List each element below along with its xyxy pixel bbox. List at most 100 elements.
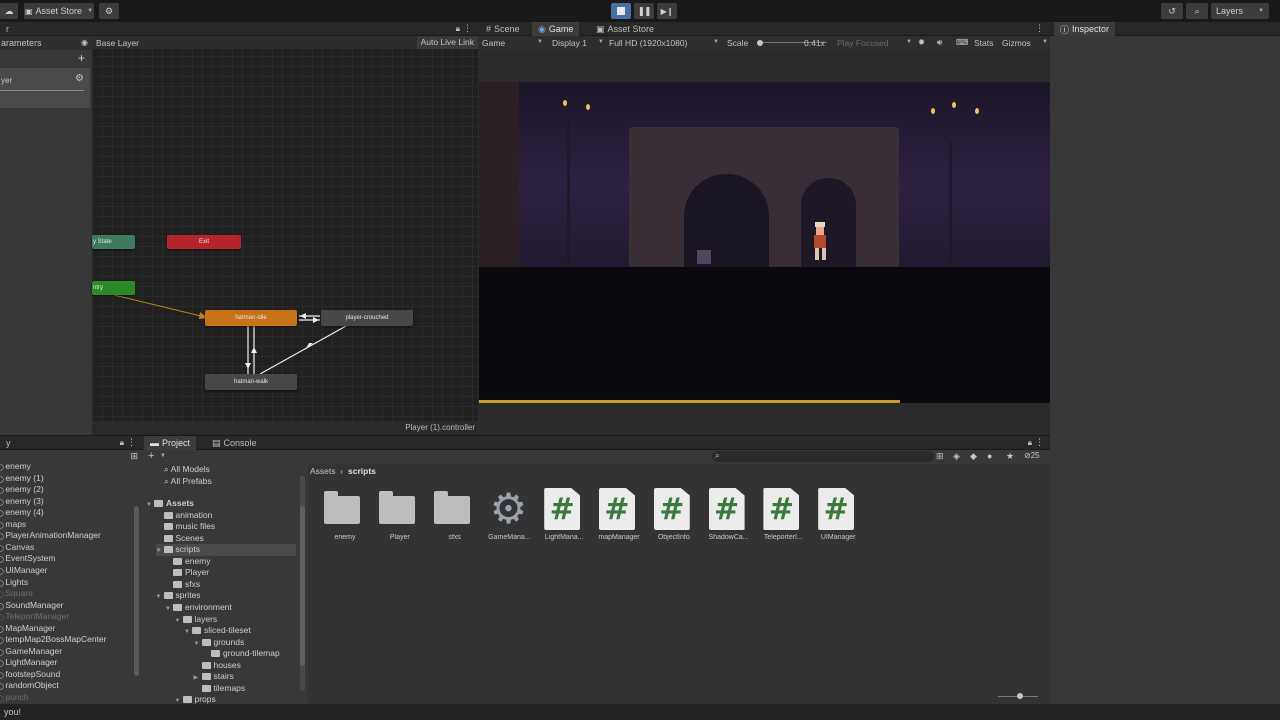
pause-button[interactable]: ❚❚ (634, 3, 654, 19)
folder-tree-item[interactable]: animation (156, 510, 212, 522)
add-layer-icon[interactable]: + (78, 51, 85, 65)
asset-item[interactable]: Player (377, 488, 423, 548)
folder-tree-item[interactable]: enemy (165, 556, 211, 568)
hierarchy-item[interactable]: ◯ Canvas (0, 542, 34, 554)
expand-arrow-icon[interactable]: ▼ (156, 592, 164, 604)
tag-icon[interactable]: ◆ (970, 451, 977, 462)
more-icon[interactable]: ⋮ (1035, 437, 1044, 448)
search-by-type-icon[interactable]: ⊞ (936, 451, 944, 462)
gizmos-button[interactable]: Gizmos (1002, 38, 1031, 48)
keyboard-icon[interactable]: ⌨ (956, 37, 968, 48)
hierarchy-item[interactable]: ◯ Square (0, 588, 33, 600)
tab-animator[interactable]: r (0, 22, 15, 36)
hierarchy-item[interactable]: ◯ GameManager (0, 646, 62, 658)
favorite-icon[interactable]: ★ (1006, 451, 1014, 462)
node-exit[interactable]: Exit (167, 235, 241, 249)
folder-tree-item[interactable]: music files (156, 521, 215, 533)
hierarchy-item[interactable]: ◯ tempMap2BossMapCenter (0, 634, 107, 646)
hierarchy-item[interactable]: ◯ enemy (1) (0, 473, 44, 485)
lock-icon[interactable]: 🔒︎ (456, 24, 460, 34)
tab-inspector[interactable]: ⓘ Inspector (1054, 22, 1116, 36)
settings-cog-icon[interactable]: ⚙ (99, 3, 119, 19)
asset-item[interactable]: ⚙ GameMana... (486, 486, 532, 548)
more-icon[interactable]: ⋮ (127, 437, 136, 448)
asset-item[interactable]: # UIManager (815, 488, 861, 548)
folder-tree-item[interactable]: sfxs (165, 579, 200, 591)
folder-tree-item[interactable]: Player (165, 567, 209, 579)
state-graph[interactable]: Base Layer Auto Live Link y State Exit n… (92, 36, 478, 421)
expand-arrow-icon[interactable]: ▼ (175, 696, 183, 704)
game-mode-dropdown[interactable]: Game (482, 38, 505, 48)
breadcrumb-assets[interactable]: Assets (310, 466, 336, 476)
display-dropdown[interactable]: Display 1 (552, 38, 587, 48)
node-hatman-walk[interactable]: hatman-walk (205, 374, 297, 390)
hierarchy-item[interactable]: ◯ enemy (0, 461, 31, 473)
hierarchy-scrollbar[interactable] (134, 506, 139, 676)
play-button[interactable] (611, 3, 631, 19)
folder-tree-item[interactable]: houses (194, 660, 241, 672)
folder-tree-item[interactable]: ▼ sliced-tileset (184, 625, 251, 637)
expand-arrow-icon[interactable]: ▼ (194, 639, 202, 651)
lock-icon[interactable]: 🔒︎ (1028, 438, 1032, 448)
search-by-label-icon[interactable]: ◈ (953, 451, 960, 462)
node-hatman-idle[interactable]: hatman-idle (205, 310, 297, 326)
hierarchy-item[interactable]: ◯ randomObject (0, 680, 59, 692)
folder-tree-item[interactable]: ▼ Assets (146, 498, 194, 510)
hierarchy-item[interactable]: ◯ LightManager (0, 657, 57, 669)
hierarchy-item[interactable]: ◯ SoundManager (0, 600, 64, 612)
scale-slider-thumb[interactable] (757, 40, 763, 46)
info-icon[interactable]: ● (987, 451, 992, 461)
create-icon[interactable]: + (148, 450, 154, 462)
more-icon[interactable]: ⋮ (463, 23, 472, 34)
expand-arrow-icon[interactable]: ▼ (165, 604, 173, 616)
tab-asset-store[interactable]: ▣ Asset Store (590, 22, 660, 36)
lock-icon[interactable]: 🔒︎ (120, 438, 124, 448)
play-focused-dropdown[interactable]: Play Focused (837, 38, 889, 48)
project-search-input[interactable]: ⌕ (712, 451, 934, 462)
icon-size-slider[interactable] (998, 693, 1038, 699)
asset-item[interactable]: sfxs (432, 488, 478, 548)
asset-item[interactable]: # mapManager (596, 488, 642, 548)
asset-item[interactable]: enemy (322, 488, 368, 548)
game-screen[interactable] (479, 82, 1050, 403)
asset-item[interactable]: # LightMana... (541, 488, 587, 548)
breadcrumb-scripts[interactable]: scripts (348, 466, 376, 476)
hierarchy-item[interactable]: ◯ enemy (2) (0, 484, 44, 496)
asset-item[interactable]: # ShadowCa... (706, 488, 752, 548)
folder-tree-item[interactable]: ground-tilemap (203, 648, 280, 660)
audio-icon[interactable]: 🔊︎ (937, 37, 942, 48)
hierarchy-item[interactable]: ◯ maps (0, 519, 26, 531)
more-icon[interactable]: ⋮ (1035, 23, 1044, 34)
tab-hierarchy[interactable]: y (0, 436, 17, 450)
gear-icon[interactable]: ⚙ (75, 73, 84, 84)
tab-console[interactable]: ▤ Console (206, 436, 263, 450)
bug-icon[interactable]: ✹ (918, 37, 925, 48)
folder-tree-item[interactable]: ▼ sprites (156, 590, 201, 602)
step-button[interactable]: ▶❙ (657, 3, 677, 19)
resolution-dropdown[interactable]: Full HD (1920x1080) (609, 38, 687, 48)
hierarchy-item[interactable]: ◯ UIManager (0, 565, 47, 577)
search-icon[interactable]: ⌕ (1186, 3, 1208, 19)
hierarchy-item[interactable]: ◯ footstepSound (0, 669, 60, 681)
layer-weight-slider[interactable] (0, 90, 84, 91)
layers-dropdown[interactable]: Layers ▼ (1211, 3, 1269, 19)
node-entry[interactable]: ntry (92, 281, 135, 295)
hierarchy-item[interactable]: ◯ enemy (3) (0, 496, 44, 508)
expand-arrow-icon[interactable]: ▼ (146, 500, 154, 512)
node-any-state[interactable]: y State (92, 235, 135, 249)
favorite-all-models[interactable]: ⌕ All Models (164, 464, 210, 476)
folder-tree-item[interactable]: tilemaps (194, 683, 245, 695)
favorite-all-prefabs[interactable]: ⌕ All Prefabs (164, 476, 212, 488)
expand-arrow-icon[interactable]: ▼ (156, 546, 164, 558)
hierarchy-item[interactable]: ◯ MapManager (0, 623, 55, 635)
folder-tree-item[interactable]: ▼ props (175, 694, 216, 704)
node-player-crouched[interactable]: player-crouched (321, 310, 413, 326)
folder-tree-item[interactable]: ▼ environment (165, 602, 232, 614)
eye-icon[interactable]: ◉ (81, 38, 88, 47)
tab-scene[interactable]: # Scene (480, 22, 526, 36)
hierarchy-item[interactable]: ◯ PlayerAnimationManager (0, 530, 101, 542)
folder-tree-item[interactable]: Scenes (156, 533, 204, 545)
stats-button[interactable]: Stats (974, 38, 993, 48)
asset-item[interactable]: # ObjectInfo (651, 488, 697, 548)
history-icon[interactable]: ↺ (1161, 3, 1183, 19)
